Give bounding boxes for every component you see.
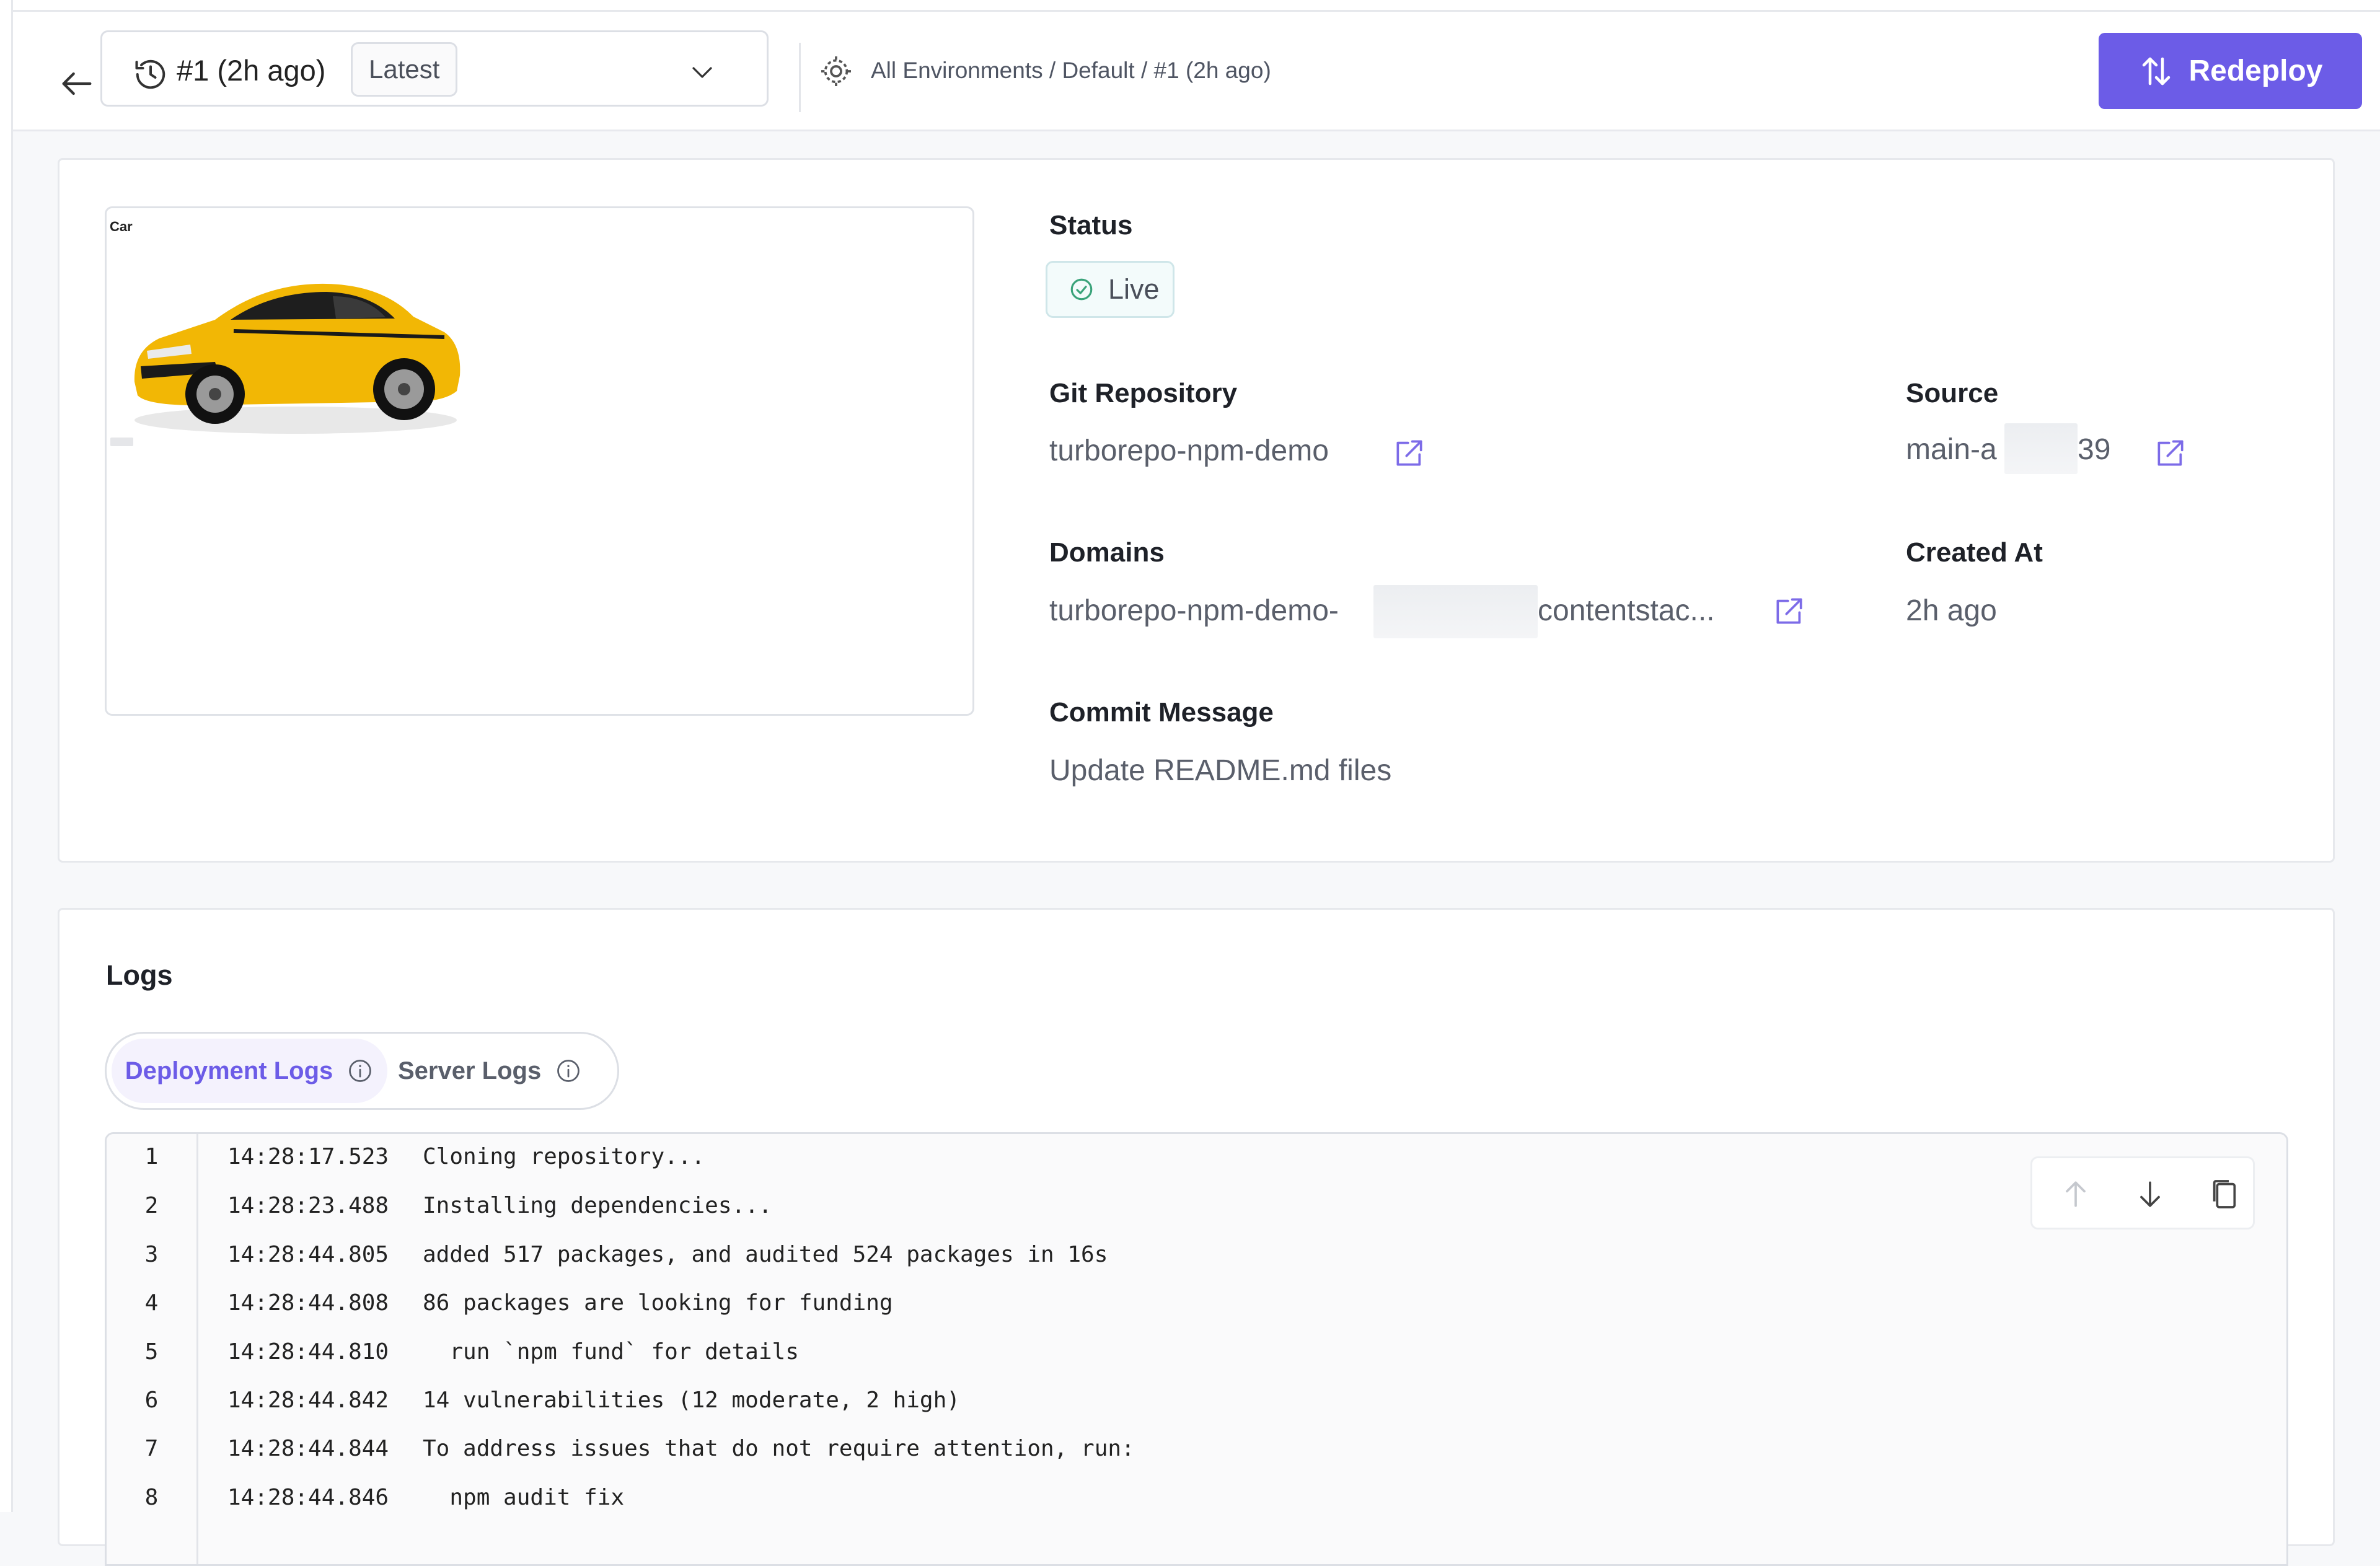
preview-small-button (110, 438, 133, 446)
tab-label: Deployment Logs (125, 1057, 333, 1084)
tab-label: Server Logs (398, 1057, 542, 1084)
log-line: 1 14:28:17.523 Cloning repository... (107, 1134, 2286, 1182)
log-timestamp: 14:28:44.842 (227, 1388, 389, 1413)
source-value-suffix: 39 (2078, 433, 2111, 466)
line-number: 5 (144, 1339, 159, 1365)
domain-value-suffix: contentstac... (1538, 594, 1715, 627)
log-message: npm audit fix (423, 1485, 625, 1510)
redacted-domain-part (1373, 585, 1538, 638)
log-line: 7 14:28:44.844 To address issues that do… (107, 1426, 2286, 1474)
log-console[interactable]: 1 14:28:17.523 Cloning repository... 2 1… (105, 1132, 2288, 1566)
created-at-label: Created At (1906, 537, 2043, 568)
line-number: 4 (144, 1290, 159, 1316)
deployment-details-card: Car Status Live Git Repository turborepo… (58, 158, 2335, 863)
git-repository-label: Git Repository (1049, 378, 1238, 408)
log-message: added 517 packages, and audited 524 pack… (423, 1242, 1108, 1267)
line-number: 8 (144, 1485, 159, 1510)
commit-message-label: Commit Message (1049, 697, 1274, 728)
window-top-edge (0, 0, 2380, 12)
back-button[interactable] (46, 55, 108, 112)
log-timestamp: 14:28:44.808 (227, 1290, 389, 1316)
redacted-commit-hash (2004, 423, 2078, 474)
external-link-icon[interactable] (1772, 594, 1807, 628)
arrow-left-icon (62, 72, 92, 95)
log-timestamp: 14:28:17.523 (227, 1144, 389, 1169)
preview-caption: Car (110, 219, 133, 234)
log-line: 5 14:28:44.810 run `npm fund` for detail… (107, 1329, 2286, 1378)
created-at-value: 2h ago (1906, 594, 1997, 627)
history-icon (135, 59, 165, 89)
log-timestamp: 14:28:44.810 (227, 1339, 389, 1365)
log-timestamp: 14:28:44.844 (227, 1436, 389, 1461)
log-message: To address issues that do not require at… (423, 1436, 1135, 1461)
log-line: 6 14:28:44.842 14 vulnerabilities (12 mo… (107, 1378, 2286, 1426)
external-link-icon[interactable] (1392, 436, 1427, 470)
log-message: Cloning repository... (423, 1144, 705, 1169)
status-value: Live (1108, 273, 1160, 305)
line-number: 2 (144, 1193, 159, 1218)
source-label: Source (1906, 378, 1999, 408)
info-icon[interactable] (555, 1057, 582, 1084)
header-divider (799, 43, 801, 112)
log-message: 14 vulnerabilities (12 moderate, 2 high) (423, 1388, 960, 1413)
breadcrumb: All Environments / Default / #1 (2h ago) (871, 58, 1271, 83)
log-timestamp: 14:28:44.805 (227, 1242, 389, 1267)
status-label: Status (1049, 210, 1133, 240)
chevron-down-icon (692, 67, 712, 78)
log-timestamp: 14:28:23.488 (227, 1193, 389, 1218)
log-line: 4 14:28:44.808 86 packages are looking f… (107, 1280, 2286, 1329)
domains-label: Domains (1049, 537, 1165, 568)
line-number: 7 (144, 1436, 159, 1461)
status-badge: Live (1046, 261, 1175, 318)
redeploy-arrows-icon (2143, 57, 2171, 85)
commit-message-value: Update README.md files (1049, 754, 1392, 787)
line-number: 1 (144, 1144, 159, 1169)
line-number: 3 (144, 1242, 159, 1267)
log-line: 3 14:28:44.805 added 517 packages, and a… (107, 1232, 2286, 1280)
git-repository-value: turborepo-npm-demo (1049, 434, 1329, 467)
scroll-down-icon[interactable] (2133, 1177, 2167, 1212)
deployment-selector[interactable]: #1 (2h ago) Latest (100, 30, 769, 107)
log-message: 86 packages are looking for funding (423, 1290, 893, 1316)
check-circle-icon (1070, 278, 1093, 301)
log-message: Installing dependencies... (423, 1193, 772, 1218)
external-link-icon[interactable] (2153, 436, 2188, 470)
environment-icon (821, 56, 851, 86)
site-preview[interactable]: Car (105, 206, 974, 716)
log-line: 8 14:28:44.846 npm audit fix (107, 1475, 2286, 1523)
scroll-up-icon[interactable] (2058, 1177, 2093, 1212)
source-value-prefix: main-a (1906, 433, 1997, 466)
deployment-title: #1 (2h ago) (177, 54, 326, 87)
redeploy-button[interactable]: Redeploy (2099, 33, 2362, 109)
log-message: run `npm fund` for details (423, 1339, 799, 1365)
logs-card: Logs Deployment Logs Server Logs 1 14:28… (58, 908, 2335, 1566)
log-tabs: Deployment Logs Server Logs (105, 1032, 619, 1110)
log-timestamp: 14:28:44.846 (227, 1485, 389, 1510)
line-number: 6 (144, 1388, 159, 1413)
domain-value-prefix: turborepo-npm-demo- (1049, 594, 1339, 627)
tab-deployment-logs[interactable]: Deployment Logs (112, 1039, 387, 1103)
logs-title: Logs (106, 959, 173, 991)
redeploy-label: Redeploy (2188, 55, 2323, 87)
car-image (134, 283, 461, 434)
window-left-edge (0, 0, 13, 1512)
log-line: 2 14:28:23.488 Installing dependencies..… (107, 1183, 2286, 1231)
tab-server-logs[interactable]: Server Logs (398, 1039, 609, 1103)
latest-badge: Latest (351, 42, 458, 97)
log-toolbar (2030, 1156, 2255, 1229)
info-icon[interactable] (346, 1057, 374, 1084)
copy-icon[interactable] (2207, 1177, 2242, 1212)
top-header: #1 (2h ago) Latest All Environments / De… (13, 12, 2380, 131)
